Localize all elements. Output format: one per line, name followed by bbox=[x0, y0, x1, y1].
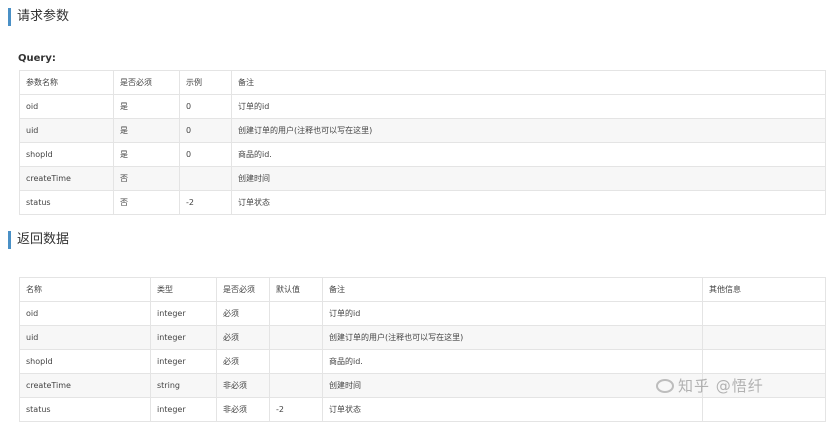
table-cell: 创建时间 bbox=[322, 373, 703, 398]
table-cell: 0 bbox=[179, 118, 232, 143]
table-cell: 0 bbox=[179, 94, 232, 119]
column-header: 备注 bbox=[231, 70, 826, 95]
column-header: 备注 bbox=[322, 277, 703, 302]
table-row: status integer 非必须 -2 订单状态 bbox=[19, 397, 826, 422]
table-cell bbox=[269, 349, 323, 374]
table-cell bbox=[269, 325, 323, 350]
table-cell: -2 bbox=[179, 190, 232, 215]
table-cell: 否 bbox=[113, 166, 180, 191]
table-cell: 是 bbox=[113, 118, 180, 143]
column-header: 参数名称 bbox=[19, 70, 114, 95]
table-row: createTime 否 创建时间 bbox=[19, 166, 826, 191]
table-cell bbox=[269, 373, 323, 398]
table-cell: 0 bbox=[179, 142, 232, 167]
column-header: 默认值 bbox=[269, 277, 323, 302]
table-cell: 非必须 bbox=[216, 373, 270, 398]
table-cell: 创建时间 bbox=[231, 166, 826, 191]
table-cell bbox=[269, 301, 323, 326]
table-cell: 否 bbox=[113, 190, 180, 215]
column-header: 是否必须 bbox=[113, 70, 180, 95]
table-cell: 是 bbox=[113, 94, 180, 119]
column-header: 示例 bbox=[179, 70, 232, 95]
table-cell: status bbox=[19, 190, 114, 215]
watermark: 知乎 @悟纤 bbox=[656, 375, 764, 396]
table-cell: integer bbox=[150, 397, 217, 422]
zhihu-logo-icon bbox=[656, 378, 674, 393]
table-cell: 订单的id bbox=[231, 94, 826, 119]
table-row: uid 是 0 创建订单的用户(注释也可以写在这里) bbox=[19, 118, 826, 143]
table-cell: string bbox=[150, 373, 217, 398]
request-params-heading: 请求参数 bbox=[8, 8, 69, 26]
table-row: oid 是 0 订单的id bbox=[19, 94, 826, 119]
response-data-heading: 返回数据 bbox=[8, 231, 69, 249]
table-row: shopId integer 必须 商品的id. bbox=[19, 349, 826, 374]
query-params-table: 参数名称 是否必须 示例 备注 oid 是 0 订单的id uid 是 0 创建… bbox=[19, 70, 826, 215]
table-cell: uid bbox=[19, 325, 151, 350]
table-cell: -2 bbox=[269, 397, 323, 422]
table-row: uid integer 必须 创建订单的用户(注释也可以写在这里) bbox=[19, 325, 826, 350]
table-cell: integer bbox=[150, 325, 217, 350]
response-data-table: 名称 类型 是否必须 默认值 备注 其他信息 oid integer 必须 订单… bbox=[19, 277, 826, 422]
table-cell: shopId bbox=[19, 142, 114, 167]
table-cell: 订单状态 bbox=[322, 397, 703, 422]
watermark-text: 知乎 @悟纤 bbox=[678, 377, 764, 395]
table-cell: 订单的id bbox=[322, 301, 703, 326]
table-header-row: 参数名称 是否必须 示例 备注 bbox=[19, 70, 826, 95]
table-header-row: 名称 类型 是否必须 默认值 备注 其他信息 bbox=[19, 277, 826, 302]
table-cell: integer bbox=[150, 349, 217, 374]
table-cell: 创建订单的用户(注释也可以写在这里) bbox=[231, 118, 826, 143]
table-cell: integer bbox=[150, 301, 217, 326]
table-cell bbox=[179, 166, 232, 191]
query-label: Query: bbox=[18, 53, 56, 64]
table-cell: 必须 bbox=[216, 301, 270, 326]
table-cell: 必须 bbox=[216, 349, 270, 374]
table-cell: oid bbox=[19, 301, 151, 326]
table-cell bbox=[702, 349, 826, 374]
table-cell: oid bbox=[19, 94, 114, 119]
table-cell: uid bbox=[19, 118, 114, 143]
table-row: status 否 -2 订单状态 bbox=[19, 190, 826, 215]
table-cell bbox=[702, 301, 826, 326]
column-header: 是否必须 bbox=[216, 277, 270, 302]
table-cell: 非必须 bbox=[216, 397, 270, 422]
table-cell bbox=[702, 397, 826, 422]
table-row: shopId 是 0 商品的id. bbox=[19, 142, 826, 167]
table-cell: status bbox=[19, 397, 151, 422]
table-cell: 创建订单的用户(注释也可以写在这里) bbox=[322, 325, 703, 350]
column-header: 其他信息 bbox=[702, 277, 826, 302]
table-row: oid integer 必须 订单的id bbox=[19, 301, 826, 326]
table-cell: 是 bbox=[113, 142, 180, 167]
table-cell: 商品的id. bbox=[322, 349, 703, 374]
table-cell: 订单状态 bbox=[231, 190, 826, 215]
table-cell: createTime bbox=[19, 166, 114, 191]
table-cell: 必须 bbox=[216, 325, 270, 350]
table-cell bbox=[702, 325, 826, 350]
table-cell: createTime bbox=[19, 373, 151, 398]
table-cell: shopId bbox=[19, 349, 151, 374]
table-cell: 商品的id. bbox=[231, 142, 826, 167]
column-header: 名称 bbox=[19, 277, 151, 302]
column-header: 类型 bbox=[150, 277, 217, 302]
